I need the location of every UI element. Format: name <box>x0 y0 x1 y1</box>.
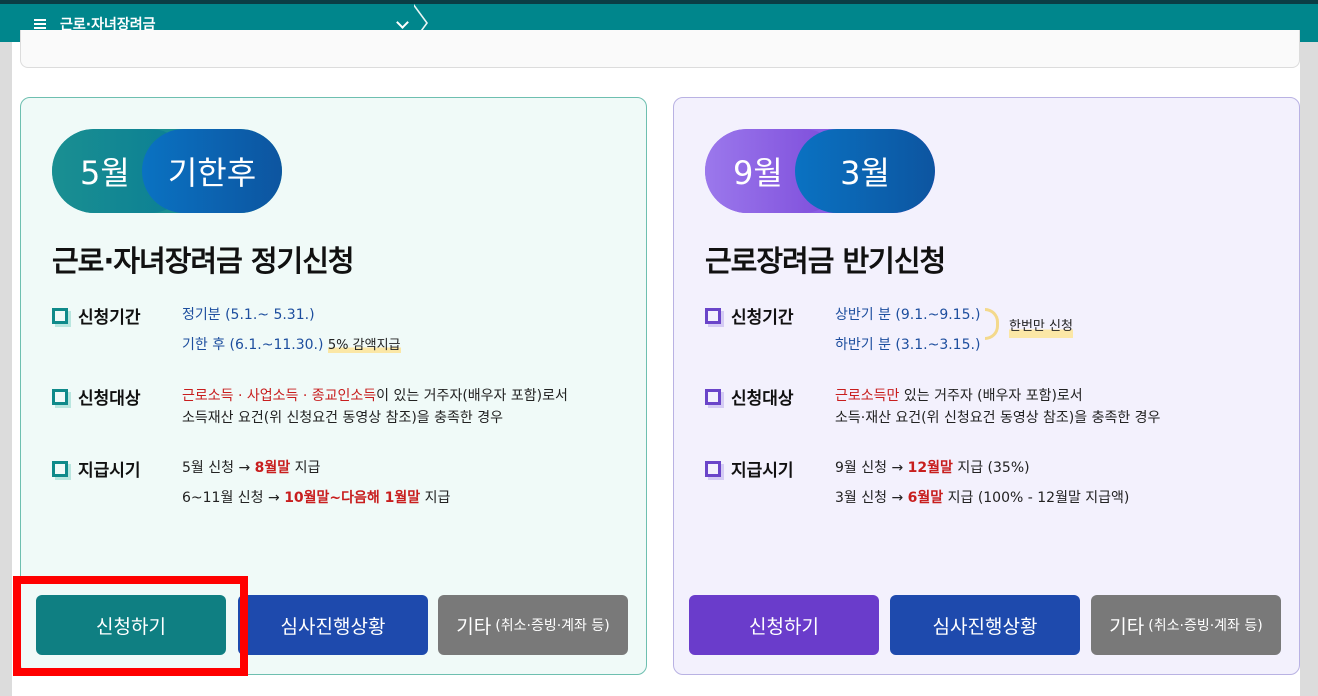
other-button-label: 기타 <box>1109 615 1145 638</box>
row-heading: 지급시기 <box>78 461 141 481</box>
chevron-down-icon <box>396 15 409 29</box>
left-gutter <box>0 42 12 696</box>
payment-line-2-prefix: 6~11월 신청 → <box>182 490 285 506</box>
other-button-note: (취소·증빙·계좌 등) <box>1148 618 1263 634</box>
pill-month-b: 기한후 <box>142 129 282 213</box>
other-button-note: (취소·증빙·계좌 등) <box>495 618 610 634</box>
other-button-label: 기타 <box>456 615 492 638</box>
once-only-note: 한번만 신청 <box>1009 316 1073 338</box>
eligibility-line-2: 소득재산 요건(위 신청요건 동영상 참조)을 충족한 경우 <box>182 410 503 426</box>
scrollbar-track[interactable] <box>1300 42 1318 696</box>
row-heading: 신청대상 <box>731 389 794 409</box>
period-pill: 5월 기한후 <box>52 129 282 213</box>
square-bullet-icon <box>52 389 68 405</box>
payment-line-1-suffix: 지급 <box>290 460 321 476</box>
payment-line-2-date: 10월말~다음해 1월말 <box>284 490 421 506</box>
pill-month-b: 3월 <box>795 129 935 213</box>
square-bullet-icon <box>52 308 68 324</box>
eligibility-text: 이 있는 거주자(배우자 포함)로서 <box>376 388 568 404</box>
eligibility-line-2: 소득·재산 요건(위 신청요건 동영상 참조)을 충족한 경우 <box>835 410 1161 426</box>
payment-line-1-date: 8월말 <box>254 460 291 476</box>
other-button[interactable]: 기타 (취소·증빙·계좌 등) <box>438 595 628 655</box>
period-pill: 9월 3월 <box>705 129 935 213</box>
payment-line-1-prefix: 9월 신청 → <box>835 460 908 476</box>
apply-button[interactable]: 신청하기 <box>689 595 879 655</box>
square-bullet-icon <box>705 389 721 405</box>
period-line-2: 기한 후 (6.1.~11.30.) <box>182 337 324 353</box>
row-heading: 신청기간 <box>78 308 141 328</box>
payment-line-2-date: 6월말 <box>907 490 944 506</box>
eligibility-text: 있는 거주자 (배우자 포함)로서 <box>899 388 1083 404</box>
payment-line-2-suffix: 지급 (100% - 12월말 지급액) <box>943 490 1130 506</box>
review-status-button[interactable]: 심사진행상황 <box>238 595 428 655</box>
row-heading: 신청대상 <box>78 389 141 409</box>
payment-line-2-suffix: 지급 <box>420 490 451 506</box>
reduction-note: 5% 감액지급 <box>327 338 401 353</box>
row-heading: 지급시기 <box>731 461 794 481</box>
review-status-button[interactable]: 심사진행상황 <box>890 595 1080 655</box>
semiannual-application-card: 9월 3월 근로장려금 반기신청 신청기간 상반기 분 (9.1.~9.15.)… <box>673 97 1300 675</box>
page: 근로·자녀장려금 5월 기한후 근로·자녀장려금 정기신청 신청기간 정기분 (… <box>0 0 1318 696</box>
income-types: 근로소득 · 사업소득 · 종교인소득 <box>182 388 377 404</box>
square-bullet-icon <box>705 461 721 477</box>
highlight-frame <box>13 576 248 676</box>
card-title: 근로장려금 반기신청 <box>705 244 946 278</box>
payment-line-2-prefix: 3월 신청 → <box>835 490 908 506</box>
previous-section-box <box>20 30 1300 68</box>
income-types: 근로소득만 <box>835 388 900 404</box>
card-title: 근로·자녀장려금 정기신청 <box>52 244 355 278</box>
period-line-1: 정기분 (5.1.~ 5.31.) <box>182 307 315 323</box>
other-button[interactable]: 기타 (취소·증빙·계좌 등) <box>1091 595 1281 655</box>
payment-line-1-date: 12월말 <box>907 460 953 476</box>
row-heading: 신청기간 <box>731 308 794 328</box>
square-bullet-icon <box>705 308 721 324</box>
square-bullet-icon <box>52 461 68 477</box>
hamburger-menu-icon <box>34 17 46 31</box>
payment-line-1-prefix: 5월 신청 → <box>182 460 255 476</box>
payment-line-1-suffix: 지급 (35%) <box>952 460 1030 476</box>
